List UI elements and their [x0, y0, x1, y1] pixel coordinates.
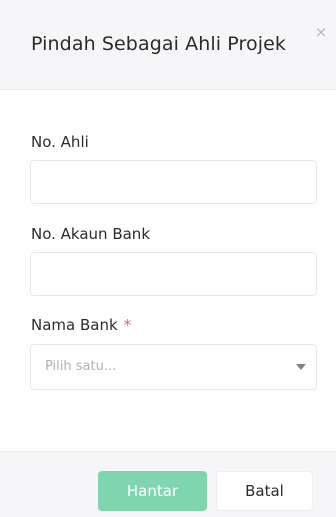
member-no-input[interactable] [30, 160, 317, 204]
modal-dialog: Pindah Sebagai Ahli Projek × No. Ahli No… [0, 0, 336, 517]
bank-account-no-input[interactable] [30, 252, 317, 296]
modal-title: Pindah Sebagai Ahli Projek [31, 33, 286, 55]
close-icon[interactable]: × [313, 24, 329, 40]
bank-name-select[interactable]: Pilih satu... [30, 344, 317, 390]
bank-name-label-text: Nama Bank [31, 316, 118, 334]
modal-body: No. Ahli No. Akaun Bank Nama Bank * Pilih… [0, 90, 336, 451]
cancel-button[interactable]: Batal [216, 471, 313, 511]
submit-button[interactable]: Hantar [98, 471, 207, 511]
bank-account-no-label: No. Akaun Bank [31, 225, 151, 243]
modal-footer: Hantar Batal [0, 451, 336, 517]
modal-header: Pindah Sebagai Ahli Projek × [0, 0, 336, 90]
bank-name-select-value: Pilih satu... [45, 359, 117, 374]
chevron-down-icon [296, 364, 306, 370]
bank-name-label: Nama Bank * [31, 316, 131, 334]
required-marker: * [123, 316, 132, 334]
member-no-label: No. Ahli [31, 133, 89, 151]
